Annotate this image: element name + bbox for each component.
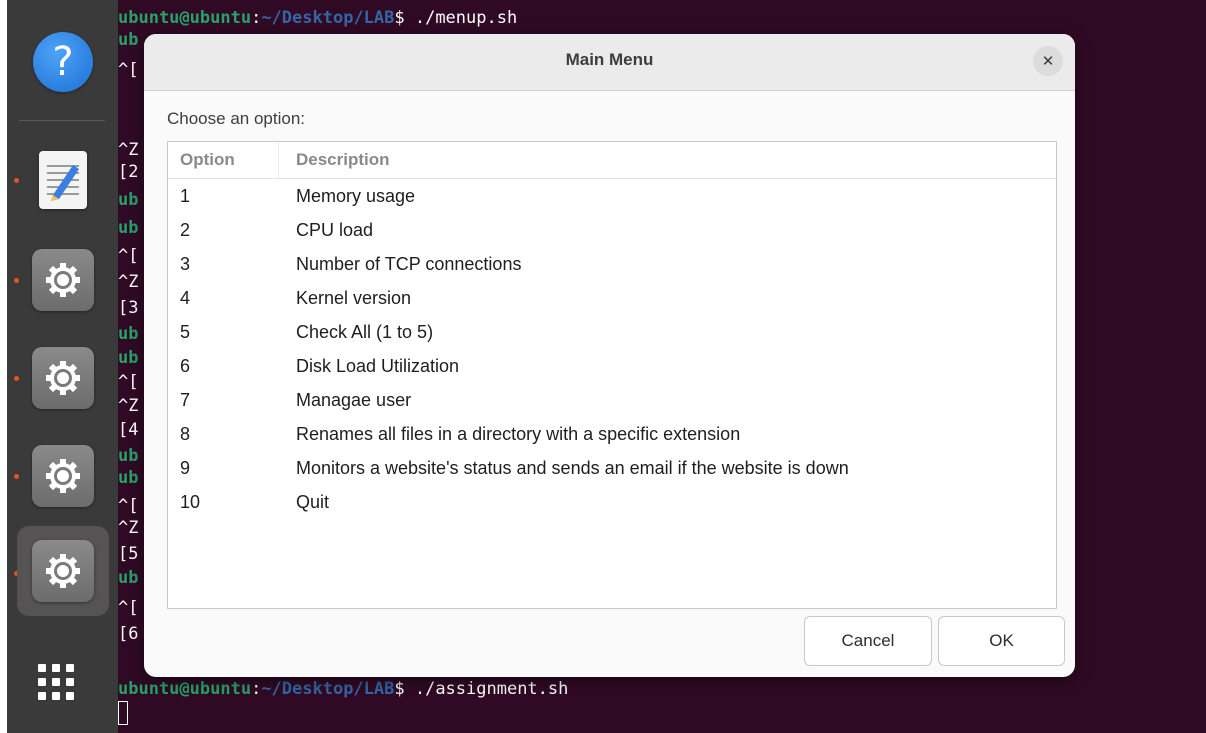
option-number: 8 — [180, 424, 191, 444]
option-number: 3 — [180, 254, 191, 274]
prompt-path: ~/Desktop/LAB — [261, 8, 395, 28]
prompt-command: $ ./menup.sh — [394, 8, 518, 28]
option-description: Disk Load Utilization — [296, 356, 460, 376]
running-indicator — [14, 278, 19, 283]
prompt-colon: : — [251, 8, 262, 28]
terminal-fragment: ^Z — [118, 396, 139, 416]
option-description: Managae user — [296, 390, 412, 410]
settings-icon — [32, 540, 94, 602]
option-description: Monitors a website's status and sends an… — [296, 458, 849, 478]
option-number: 4 — [180, 288, 191, 308]
option-number: 7 — [180, 390, 191, 410]
option-row[interactable]: 6 Disk Load Utilization — [168, 350, 1056, 384]
prompt-colon: : — [251, 679, 262, 699]
option-description: Kernel version — [296, 288, 412, 308]
option-description: CPU load — [296, 220, 374, 240]
settings-icon — [32, 249, 94, 311]
terminal-line-top-prompt: ubuntu@ubuntu:~/Desktop/LAB$ ./menup.sh — [118, 8, 517, 28]
terminal-fragment: ^[ — [118, 598, 139, 618]
dialog-titlebar[interactable]: Main Menu ✕ — [144, 34, 1075, 91]
terminal-fragment: ub — [118, 568, 139, 588]
option-row[interactable]: 10 Quit — [168, 486, 1056, 520]
prompt-path: ~/Desktop/LAB — [261, 679, 395, 699]
show-apps-icon[interactable] — [38, 664, 74, 700]
option-row[interactable]: 2 CPU load — [168, 214, 1056, 248]
settings-icon — [32, 347, 94, 409]
option-number: 9 — [180, 458, 191, 478]
terminal-fragment: ub — [118, 218, 139, 238]
running-indicator — [14, 474, 19, 479]
option-description: Renames all files in a directory with a … — [296, 424, 741, 444]
dock-item-settings-4-active[interactable] — [17, 526, 109, 616]
option-description: Quit — [296, 492, 330, 512]
list-header: Option Description — [168, 142, 1056, 179]
ok-button[interactable]: OK — [938, 616, 1065, 666]
dock-item-help[interactable]: ? — [31, 30, 95, 94]
option-row[interactable]: 7 Managae user — [168, 384, 1056, 418]
close-button[interactable]: ✕ — [1033, 46, 1063, 76]
settings-icon — [32, 445, 94, 507]
options-list[interactable]: Option Description 1 Memory usage 2 CPU loa… — [167, 141, 1057, 609]
terminal-fragment: ub — [118, 190, 139, 210]
terminal-line-bottom-prompt: ubuntu@ubuntu:~/Desktop/LAB$ ./assignmen… — [118, 679, 568, 699]
option-row[interactable]: 4 Kernel version — [168, 282, 1056, 316]
prompt-user: ubuntu@ubuntu — [118, 8, 252, 28]
dock-item-text-editor[interactable] — [31, 148, 95, 212]
terminal-fragment: [6 — [118, 624, 139, 644]
option-row[interactable]: 9 Monitors a website's status and sends a… — [168, 452, 1056, 486]
option-number: 10 — [180, 492, 201, 512]
cancel-button[interactable]: Cancel — [804, 616, 932, 666]
column-header-description[interactable]: Description — [296, 150, 390, 170]
option-row[interactable]: 8 Renames all files in a directory with a… — [168, 418, 1056, 452]
desktop: ubuntu@ubuntu:~/Desktop/LAB$ ./menup.sh … — [7, 0, 1206, 733]
terminal-fragment: ^Z — [118, 140, 139, 160]
dock-separator — [19, 120, 105, 121]
close-icon: ✕ — [1041, 52, 1055, 70]
terminal-fragment: ub — [118, 468, 139, 488]
option-row[interactable]: 1 Memory usage — [168, 180, 1056, 214]
option-row[interactable]: 3 Number of TCP connections — [168, 248, 1056, 282]
option-number: 6 — [180, 356, 191, 376]
option-description: Memory usage — [296, 186, 416, 206]
option-row[interactable]: 5 Check All (1 to 5) — [168, 316, 1056, 350]
terminal-fragment: ^Z — [118, 518, 139, 538]
dock-item-settings-3[interactable] — [31, 444, 95, 508]
terminal-fragment: ^[ — [118, 60, 139, 80]
text-editor-icon — [39, 151, 87, 209]
option-number: 2 — [180, 220, 191, 240]
terminal-fragment: ub — [118, 324, 139, 344]
terminal-fragment: ub — [118, 348, 139, 368]
terminal-fragment: ub — [118, 446, 139, 466]
terminal-fragment: ub — [118, 30, 139, 50]
running-indicator — [14, 178, 19, 183]
terminal-fragment: [4 — [118, 420, 139, 440]
terminal-cursor-line — [118, 701, 128, 725]
terminal-fragment: ^[ — [118, 496, 139, 516]
option-number: 5 — [180, 322, 191, 342]
terminal-fragment: ^Z — [118, 272, 139, 292]
option-description: Check All (1 to 5) — [296, 322, 434, 342]
option-number: 1 — [180, 186, 191, 206]
column-divider — [278, 142, 279, 178]
option-description: Number of TCP connections — [296, 254, 522, 274]
terminal-cursor — [118, 701, 128, 725]
prompt-command: $ ./assignment.sh — [394, 679, 569, 699]
terminal-fragment: [5 — [118, 544, 139, 564]
prompt-user: ubuntu@ubuntu — [118, 679, 252, 699]
dock-item-settings-2[interactable] — [31, 346, 95, 410]
dock: ? — [7, 0, 118, 733]
terminal-fragment: ^[ — [118, 246, 139, 266]
column-header-option[interactable]: Option — [180, 150, 235, 170]
terminal-fragment: [2 — [118, 162, 139, 182]
running-indicator — [14, 376, 19, 381]
help-icon: ? — [33, 32, 93, 92]
dialog-title: Main Menu — [565, 50, 654, 69]
main-menu-dialog: Main Menu ✕ Choose an option: Option Des… — [144, 34, 1075, 677]
dialog-prompt: Choose an option: — [167, 109, 305, 128]
terminal-fragment: ^[ — [118, 372, 139, 392]
terminal-fragment: [3 — [118, 298, 139, 318]
dock-item-settings-1[interactable] — [31, 248, 95, 312]
